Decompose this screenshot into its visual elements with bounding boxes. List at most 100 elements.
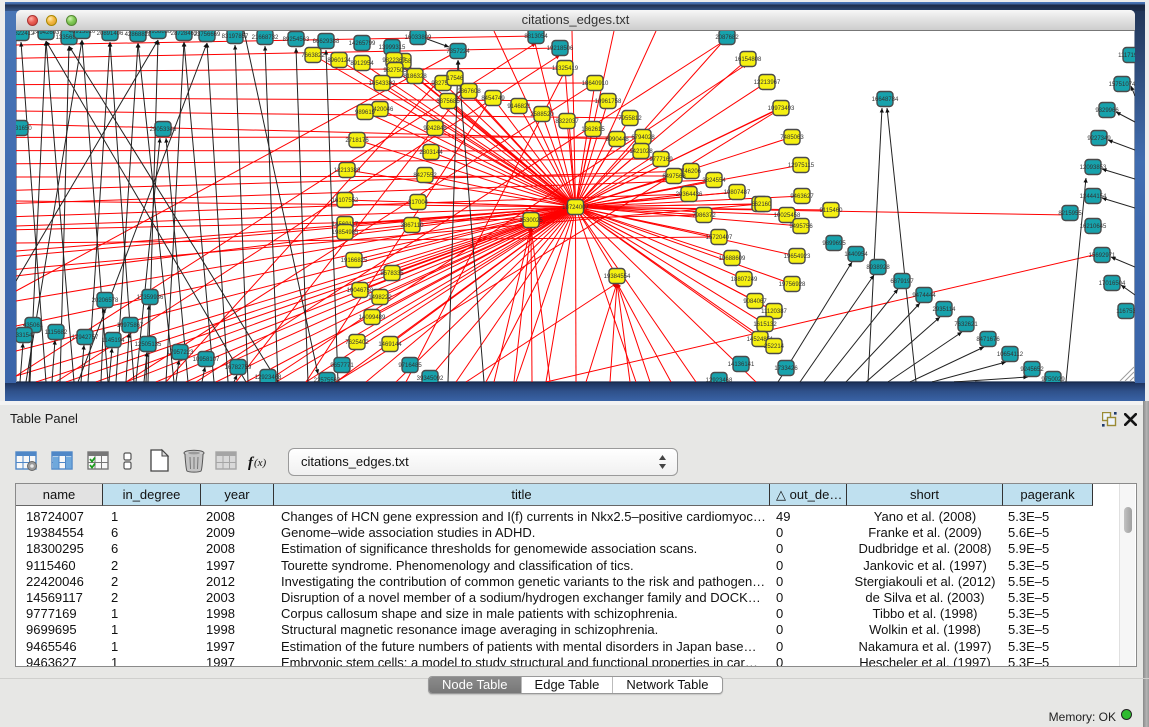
svg-text:14136141: 14136141 (728, 362, 755, 368)
svg-text:16154808: 16154808 (735, 57, 762, 63)
svg-text:89254563: 89254563 (283, 37, 310, 43)
svg-text:9495756: 9495756 (789, 224, 813, 230)
svg-text:17942757: 17942757 (72, 335, 99, 341)
svg-text:8186328: 8186328 (403, 74, 427, 80)
svg-text:3867110: 3867110 (401, 223, 425, 229)
svg-text:14265799: 14265799 (349, 41, 376, 47)
svg-text:1421028: 1421028 (629, 149, 653, 155)
svg-text:17016504: 17016504 (1099, 281, 1126, 287)
svg-text:8960124: 8960124 (327, 58, 351, 64)
svg-text:6879197: 6879197 (890, 279, 914, 285)
svg-text:2631650: 2631650 (16, 126, 32, 132)
svg-text:19166825: 19166825 (341, 258, 368, 264)
svg-text:6497568: 6497568 (662, 174, 686, 180)
svg-text:7663822: 7663822 (301, 53, 325, 59)
svg-text:7955812: 7955812 (618, 116, 642, 122)
svg-text:15720407: 15720407 (706, 235, 733, 241)
svg-text:9084067: 9084067 (743, 299, 767, 305)
svg-text:17546: 17546 (447, 76, 464, 82)
svg-text:2087682: 2087682 (715, 35, 739, 41)
svg-text:9329966: 9329966 (1095, 108, 1119, 114)
svg-text:62160: 62160 (755, 202, 772, 208)
svg-text:8454749: 8454749 (481, 96, 505, 102)
svg-text:18724007: 18724007 (562, 205, 589, 211)
svg-text:8427552: 8427552 (413, 173, 437, 179)
svg-text:2867608: 2867608 (457, 89, 481, 95)
svg-text:1469144: 1469144 (378, 342, 402, 348)
svg-text:21668732: 21668732 (252, 35, 279, 41)
svg-text:7485063: 7485063 (780, 135, 804, 141)
svg-text:13999315: 13999315 (379, 45, 406, 51)
svg-text:8990448: 8990448 (605, 137, 629, 143)
svg-text:20364436: 20364436 (676, 192, 703, 198)
svg-text:2588520: 2588520 (530, 112, 554, 118)
svg-text:3824554: 3824554 (702, 178, 726, 184)
svg-text:10654112: 10654112 (997, 352, 1024, 358)
svg-text:10046758: 10046758 (347, 288, 374, 294)
svg-text:7625402: 7625402 (345, 340, 369, 346)
svg-text:17359936: 17359936 (137, 295, 164, 301)
svg-text:16210645: 16210645 (1080, 224, 1107, 230)
svg-text:8471676: 8471676 (976, 337, 1000, 343)
svg-text:10958107: 10958107 (193, 357, 220, 363)
svg-text:9474444: 9474444 (912, 293, 936, 299)
svg-text:10961758: 10961758 (595, 99, 622, 105)
svg-text:11171943: 11171943 (1118, 53, 1135, 59)
svg-text:16543382: 16543382 (369, 81, 396, 87)
svg-text:1362615: 1362615 (581, 127, 605, 133)
svg-text:23756669: 23756669 (194, 32, 221, 38)
svg-text:2530025: 2530025 (519, 218, 543, 224)
svg-text:3875685: 3875685 (436, 99, 460, 105)
svg-text:252214: 252214 (764, 344, 785, 350)
svg-text:317004: 317004 (408, 200, 429, 206)
svg-text:19384554: 19384554 (604, 274, 631, 280)
svg-text:15692971: 15692971 (1089, 253, 1116, 259)
svg-text:17957223: 17957223 (167, 350, 194, 356)
svg-text:9827505: 9827505 (383, 68, 407, 74)
svg-text:9899695: 9899695 (822, 241, 846, 247)
svg-text:2803144: 2803144 (419, 150, 443, 156)
svg-text:12213967: 12213967 (754, 80, 781, 86)
svg-text:83197857: 83197857 (222, 34, 249, 40)
svg-text:6794028: 6794028 (631, 135, 655, 141)
svg-text:39345092: 39345092 (417, 376, 444, 382)
svg-text:9245652: 9245652 (1020, 367, 1044, 373)
svg-text:9657771: 9657771 (330, 363, 354, 369)
svg-text:12213389: 12213389 (334, 168, 361, 174)
svg-text:18640910: 18640910 (582, 81, 609, 87)
svg-text:12923468: 12923468 (255, 375, 282, 381)
svg-text:20206578: 20206578 (92, 298, 119, 304)
svg-text:16033809: 16033809 (405, 35, 432, 41)
svg-text:1115682: 1115682 (45, 330, 68, 336)
svg-text:7357224: 7357224 (446, 49, 470, 55)
svg-text:8215955: 8215955 (1058, 211, 1082, 217)
svg-text:1498222: 1498222 (368, 295, 392, 301)
svg-text:18807249: 18807249 (731, 277, 758, 283)
svg-text:16107552: 16107552 (332, 198, 359, 204)
svg-text:9777169: 9777169 (649, 157, 673, 163)
svg-text:989619: 989619 (355, 110, 376, 116)
svg-text:2718176: 2718176 (345, 138, 369, 144)
svg-text:19218506: 19218506 (547, 46, 574, 52)
svg-text:9227349: 9227349 (1087, 136, 1111, 142)
svg-text:1615132: 1615132 (753, 322, 777, 328)
svg-text:7986372: 7986372 (692, 213, 716, 219)
svg-text:29053346: 29053346 (150, 127, 177, 133)
svg-text:12923468: 12923468 (706, 378, 733, 382)
svg-text:10688609: 10688609 (719, 256, 746, 262)
svg-text:22575562: 22575562 (314, 378, 341, 382)
svg-text:9463627: 9463627 (790, 194, 814, 200)
svg-text:1440954: 1440954 (844, 252, 868, 258)
svg-text:12444154: 12444154 (1080, 194, 1107, 200)
svg-text:39958838: 39958838 (145, 31, 172, 35)
svg-text:2935114: 2935114 (933, 307, 957, 313)
svg-text:33154: 33154 (16, 333, 33, 339)
svg-text:9242848: 9242848 (423, 126, 447, 132)
svg-text:1733426: 1733426 (774, 366, 798, 372)
svg-text:11120387: 11120387 (761, 309, 787, 315)
svg-text:14099489: 14099489 (359, 315, 386, 321)
svg-text:1145194: 1145194 (102, 338, 126, 344)
svg-text:20891406: 20891406 (97, 31, 124, 37)
svg-text:8912954: 8912954 (350, 61, 374, 67)
svg-text:10807487: 10807487 (724, 190, 751, 196)
